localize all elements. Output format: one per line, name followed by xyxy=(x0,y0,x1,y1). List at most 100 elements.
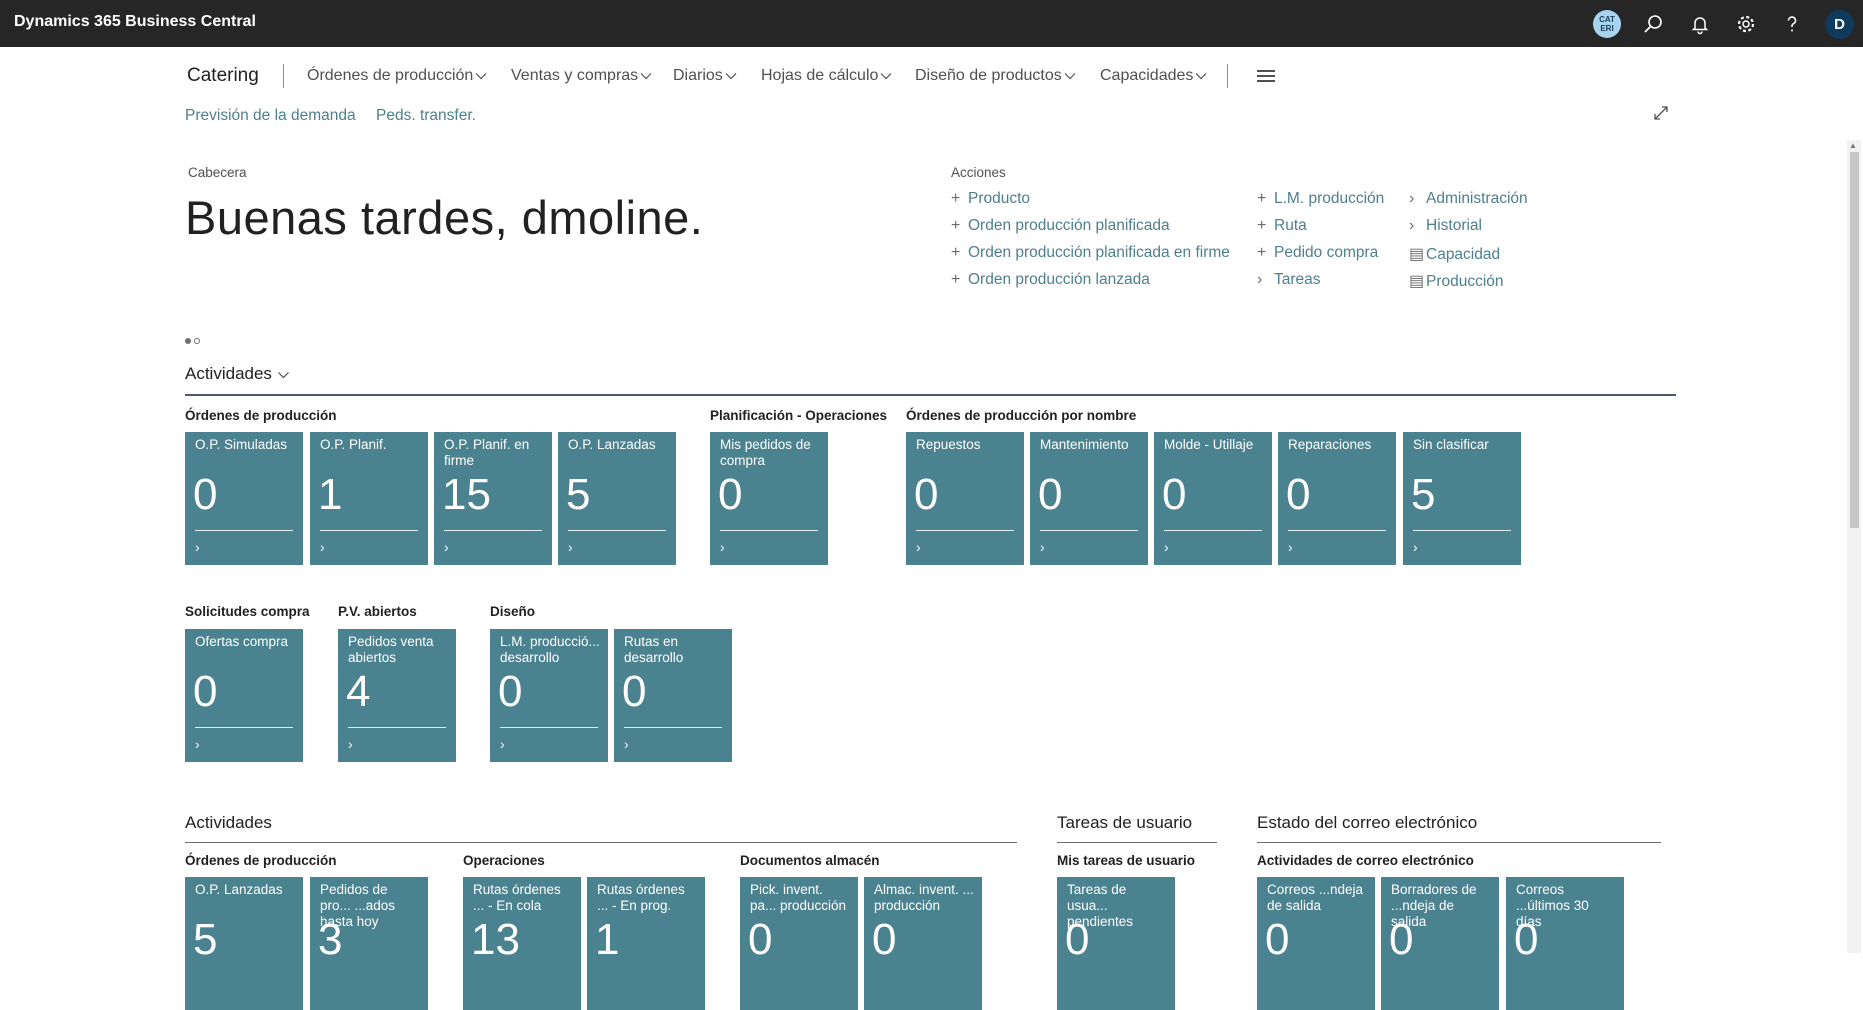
help-icon[interactable] xyxy=(1780,12,1804,36)
gear-icon[interactable] xyxy=(1734,12,1758,36)
cue-tile-rutas-en-cola[interactable]: Rutas órdenes ... - En cola 13 xyxy=(463,877,581,1010)
chevron-right-icon: › xyxy=(195,736,200,752)
action-new-pedido-compra[interactable]: + Pedido compra xyxy=(1257,244,1378,262)
group-label: Actividades de correo electrónico xyxy=(1257,853,1474,868)
tile-title: Correos ...ndeja de salida xyxy=(1267,882,1364,913)
action-capacidad-report[interactable]: ▤ Capacidad xyxy=(1409,244,1500,264)
action-new-orden-lanzada[interactable]: + Orden producción lanzada xyxy=(951,271,1150,289)
cue-tile-pedidos-produccion-hoy[interactable]: Pedidos de pro... ...ados hasta hoy 3 xyxy=(310,877,428,1010)
greeting-headline: Buenas tardes, dmoline. xyxy=(185,191,704,244)
cue-tile-op-simuladas[interactable]: O.P. Simuladas 0 › xyxy=(185,432,303,565)
chevron-right-icon: › xyxy=(1409,190,1415,207)
cue-tile-op-lanzadas[interactable]: O.P. Lanzadas 5 › xyxy=(558,432,676,565)
chevron-right-icon: › xyxy=(916,539,921,555)
action-new-orden-planificada[interactable]: + Orden producción planificada xyxy=(951,217,1170,235)
action-label: Orden producción planificada xyxy=(968,217,1170,234)
nav-menu-label: Órdenes de producción xyxy=(307,67,474,84)
user-avatar[interactable]: D xyxy=(1825,10,1854,39)
tile-divider xyxy=(444,530,542,531)
section-divider xyxy=(1257,842,1661,843)
tile-divider xyxy=(195,530,293,531)
cue-tile-sin-clasificar[interactable]: Sin clasificar 5 › xyxy=(1403,432,1521,565)
action-label: Orden producción planificada en firme xyxy=(968,244,1230,261)
action-label: Administración xyxy=(1426,190,1528,207)
tile-value: 0 xyxy=(748,915,773,964)
cue-tile-correos-bandeja-salida[interactable]: Correos ...ndeja de salida 0 xyxy=(1257,877,1375,1010)
tile-title: Rutas órdenes ... - En prog. xyxy=(597,882,685,913)
search-icon[interactable] xyxy=(1641,12,1665,36)
nav-menu-hojas-calculo[interactable]: Hojas de cálculo xyxy=(761,67,892,85)
tile-title: Mis pedidos de compra xyxy=(720,437,811,468)
cue-tile-ofertas-compra[interactable]: Ofertas compra 0 › xyxy=(185,629,303,762)
hamburger-menu-icon[interactable] xyxy=(1257,70,1275,85)
top-bar: Dynamics 365 Business Central CAT ERI D xyxy=(0,0,1863,47)
headline-label: Cabecera xyxy=(188,165,247,180)
action-new-orden-planificada-firme[interactable]: + Orden producción planificada en firme xyxy=(951,244,1230,262)
cue-tile-op-planif-firme[interactable]: O.P. Planif. en firme 15 › xyxy=(434,432,552,565)
subnav-prevision-demanda[interactable]: Previsión de la demanda xyxy=(185,107,356,125)
group-label: Operaciones xyxy=(463,853,545,868)
chevron-down-icon xyxy=(880,73,892,80)
cue-tile-pedidos-venta-abiertos[interactable]: Pedidos venta abiertos 4 › xyxy=(338,629,456,762)
cue-tile-tareas-pendientes[interactable]: Tareas de usua... pendientes 0 xyxy=(1057,877,1175,1010)
group-label: Documentos almacén xyxy=(740,853,880,868)
cue-tile-mantenimiento[interactable]: Mantenimiento 0 › xyxy=(1030,432,1148,565)
chevron-right-icon: › xyxy=(500,736,505,752)
tile-value: 0 xyxy=(872,915,897,964)
actions-label: Acciones xyxy=(951,165,1006,180)
company-badge-line2: ERI xyxy=(1600,24,1614,33)
nav-divider xyxy=(283,64,284,88)
tile-title: Sin clasificar xyxy=(1413,437,1489,452)
nav-menu-diseno-productos[interactable]: Diseño de productos xyxy=(915,67,1076,85)
company-badge-line1: CAT xyxy=(1599,15,1615,24)
scroll-up-arrow-icon[interactable]: ▲ xyxy=(1849,141,1857,150)
cue-tile-pick-invent-produccion[interactable]: Pick. invent. pa... producción 0 xyxy=(740,877,858,1010)
action-historial[interactable]: › Historial xyxy=(1409,217,1482,235)
expand-icon[interactable] xyxy=(1652,104,1670,122)
cue-tile-reparaciones[interactable]: Reparaciones 0 › xyxy=(1278,432,1396,565)
tile-value: 0 xyxy=(193,667,218,716)
cue-tile-almac-invent-produccion[interactable]: Almac. invent. ... producción 0 xyxy=(864,877,982,1010)
cue-tile-repuestos[interactable]: Repuestos 0 › xyxy=(906,432,1024,565)
plus-icon: + xyxy=(951,244,961,261)
action-new-lm-produccion[interactable]: + L.M. producción xyxy=(1257,190,1384,208)
plus-icon: + xyxy=(951,190,961,207)
nav-menu-capacidades[interactable]: Capacidades xyxy=(1100,67,1207,85)
action-label: Capacidad xyxy=(1426,246,1501,263)
report-icon: ▤ xyxy=(1409,273,1425,290)
email-status-section-title: Estado del correo electrónico xyxy=(1257,813,1478,832)
pager-dot[interactable] xyxy=(194,338,200,344)
cue-tile-op-planif[interactable]: O.P. Planif. 1 › xyxy=(310,432,428,565)
subnav-peds-transfer[interactable]: Peds. transfer. xyxy=(376,107,476,125)
action-administracion[interactable]: › Administración xyxy=(1409,190,1528,208)
chevron-right-icon: › xyxy=(1040,539,1045,555)
nav-menu-label: Diarios xyxy=(673,67,723,84)
action-produccion-report[interactable]: ▤ Producción xyxy=(1409,271,1504,291)
bell-icon[interactable] xyxy=(1688,12,1712,36)
scrollbar-thumb[interactable] xyxy=(1850,152,1859,528)
tile-divider xyxy=(348,727,446,728)
action-new-producto[interactable]: + Producto xyxy=(951,190,1030,208)
app-brand[interactable]: Dynamics 365 Business Central xyxy=(14,13,256,31)
tile-value: 0 xyxy=(1038,470,1063,519)
nav-menu-ordenes-produccion[interactable]: Órdenes de producción xyxy=(307,67,487,85)
cue-tile-rutas-desarrollo[interactable]: Rutas en desarrollo 0 › xyxy=(614,629,732,762)
cue-tile-molde-utillaje[interactable]: Molde - Utillaje 0 › xyxy=(1154,432,1272,565)
cue-tile-op-lanzadas-2[interactable]: O.P. Lanzadas 5 xyxy=(185,877,303,1010)
cue-tile-borradores-bandeja-salida[interactable]: Borradores de ...ndeja de salida 0 xyxy=(1381,877,1499,1010)
cue-tile-lm-produccion-desarrollo[interactable]: L.M. producció... desarrollo 0 › xyxy=(490,629,608,762)
action-tareas[interactable]: › Tareas xyxy=(1257,271,1321,289)
pager-dot-active[interactable] xyxy=(185,338,191,344)
activities-section-header[interactable]: Actividades xyxy=(185,364,290,384)
company-badge[interactable]: CAT ERI xyxy=(1593,10,1621,38)
tile-title: O.P. Lanzadas xyxy=(568,437,656,452)
nav-menu-label: Capacidades xyxy=(1100,67,1194,84)
nav-menu-diarios[interactable]: Diarios xyxy=(673,67,737,85)
nav-menu-ventas-compras[interactable]: Ventas y compras xyxy=(511,67,652,85)
action-new-ruta[interactable]: + Ruta xyxy=(1257,217,1307,235)
tile-value: 0 xyxy=(1065,915,1090,964)
cue-tile-mis-pedidos-compra[interactable]: Mis pedidos de compra 0 › xyxy=(710,432,828,565)
cue-tile-correos-ultimos-30[interactable]: Correos ...últimos 30 días 0 xyxy=(1506,877,1624,1010)
chevron-right-icon: › xyxy=(1257,271,1263,288)
cue-tile-rutas-en-prog[interactable]: Rutas órdenes ... - En prog. 1 xyxy=(587,877,705,1010)
